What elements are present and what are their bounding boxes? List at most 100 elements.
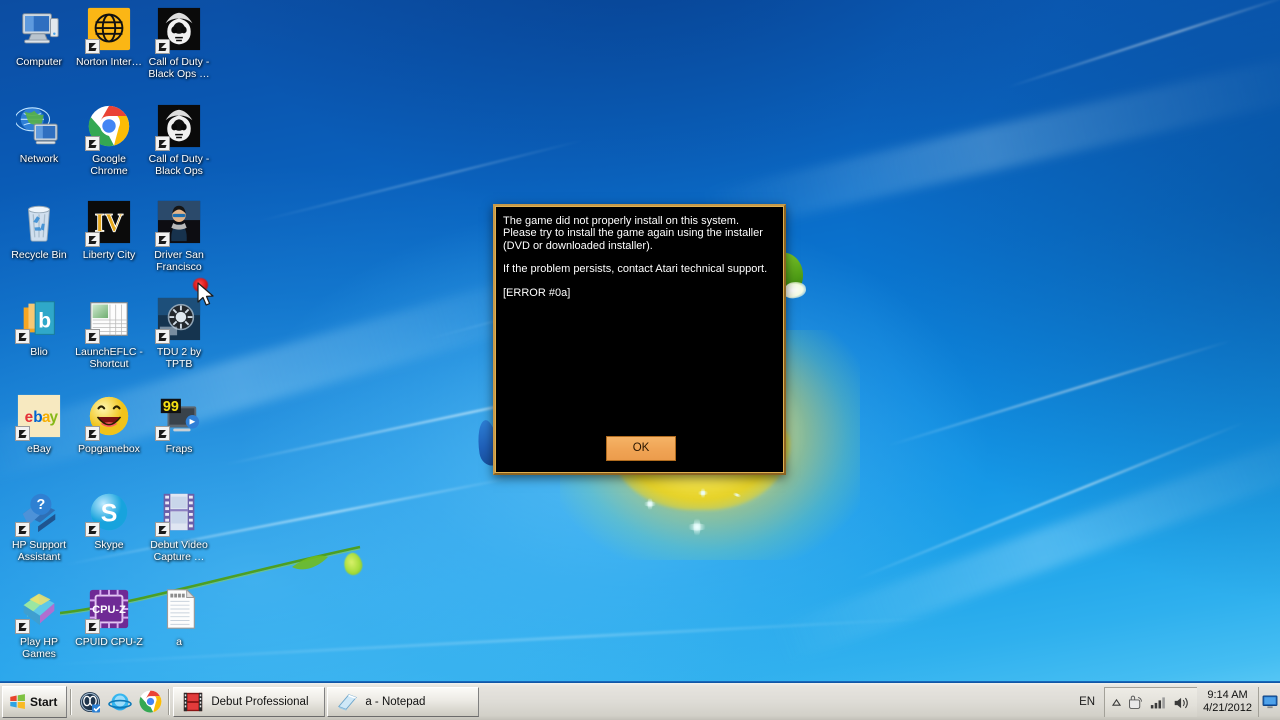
wallpaper-glow-3 xyxy=(771,415,1280,665)
network-icon xyxy=(14,103,63,151)
desktop-icon-debut-video-capture[interactable]: Debut Video Capture … xyxy=(144,489,214,563)
taskbar-task-notepad[interactable]: a - Notepad xyxy=(327,686,480,717)
desktop-icon-liberty-city[interactable]: IV Liberty City xyxy=(74,199,144,261)
norton-internet-icon xyxy=(85,6,133,54)
hp-support-icon: ? xyxy=(15,489,63,537)
wallpaper-sparkle-2 xyxy=(640,494,660,514)
shortcut-arrow-icon xyxy=(85,522,100,537)
start-button[interactable]: Start xyxy=(2,685,68,718)
desktop-icon-label: eBay xyxy=(27,443,51,455)
desktop-icon-label: a xyxy=(176,636,182,648)
svg-text:CPU-Z: CPU-Z xyxy=(92,604,126,616)
desktop-icon-label: TDU 2 by TPTB xyxy=(156,346,202,370)
ebay-icon: e b a y xyxy=(15,393,63,441)
wallpaper-streak-5 xyxy=(1007,0,1280,89)
play-hp-games-icon xyxy=(15,586,63,634)
shortcut-arrow-icon xyxy=(155,522,170,537)
desktop-icon-recycle-bin[interactable]: Recycle Bin xyxy=(4,199,74,261)
desktop-icon-a[interactable]: a xyxy=(144,586,214,648)
ok-button[interactable]: OK xyxy=(606,436,676,461)
taskbar-task-label: Debut Professional xyxy=(211,695,309,708)
tdu2-icon xyxy=(155,296,203,344)
desktop-icon-label: HP Support Assistant xyxy=(11,539,67,563)
desktop-icon-label: Fraps xyxy=(165,443,193,455)
desktop-icon-fraps[interactable]: 99 Fraps xyxy=(144,393,214,455)
wallpaper-sparkle-3 xyxy=(694,484,712,502)
desktop-icon-label: Driver San Francisco xyxy=(154,249,204,273)
shortcut-arrow-icon xyxy=(15,619,30,634)
liberty-city-icon: IV xyxy=(85,199,133,247)
svg-text:e: e xyxy=(25,409,34,426)
desktop-icon-network[interactable]: Network xyxy=(4,103,74,165)
taskbar-task-debut[interactable]: Debut Professional xyxy=(173,686,326,717)
clock[interactable]: 9:14 AM 4/21/2012 xyxy=(1197,689,1258,715)
desktop-icon-label: Debut Video Capture … xyxy=(150,539,208,563)
desktop-icon-skype[interactable]: S Skype xyxy=(74,489,144,551)
desktop-icon-label: Skype xyxy=(94,539,124,551)
shortcut-arrow-icon xyxy=(15,329,30,344)
wallpaper-petal-right xyxy=(782,280,808,300)
desktop-icon-call-of-duty-black-ops[interactable]: Call of Duty - Black Ops xyxy=(144,103,214,177)
network-signal-icon[interactable] xyxy=(1150,695,1167,710)
dialog-line-2: Please try to install the game again usi… xyxy=(503,227,763,252)
desktop-icon-cpuid-cpu-z[interactable]: CPU-Z CPUID CPU-Z xyxy=(74,586,144,648)
desktop-icon-label: Play HP Games xyxy=(20,636,58,660)
volume-icon[interactable] xyxy=(1173,695,1190,711)
desktop-icon-label: Computer xyxy=(15,56,63,68)
debut-video-icon xyxy=(155,489,203,537)
desktop-icon-driver-san-francisco[interactable]: Driver San Francisco xyxy=(144,199,214,273)
dialog-support-line: If the problem persists, contact Atari t… xyxy=(503,263,768,276)
wallpaper-streak-4 xyxy=(887,339,1233,447)
skype-icon: S xyxy=(85,489,133,537)
action-center-icon[interactable] xyxy=(1127,694,1144,711)
svg-text:b: b xyxy=(38,310,51,333)
desktop-icon-label: Popgamebox xyxy=(78,443,140,455)
internet-explorer-icon xyxy=(108,693,133,710)
desktop-icon-label: Google Chrome xyxy=(90,153,128,177)
dialog-body: The game did not properly install on thi… xyxy=(503,215,776,299)
shortcut-arrow-icon xyxy=(85,232,100,247)
call-of-duty-icon xyxy=(155,103,203,151)
recycle-bin-icon xyxy=(15,199,63,247)
desktop-icon-tdu-2-by-tptb[interactable]: TDU 2 by TPTB xyxy=(144,296,214,370)
desktop-icon-popgamebox[interactable]: Popgamebox xyxy=(74,393,144,455)
desktop-icon-computer[interactable]: Computer xyxy=(4,6,74,68)
desktop-icon-label: Network xyxy=(19,153,59,165)
shortcut-arrow-icon xyxy=(155,329,170,344)
shortcut-arrow-icon xyxy=(155,39,170,54)
google-chrome-icon xyxy=(85,103,133,151)
shortcut-arrow-icon xyxy=(85,39,100,54)
call-of-duty-icon xyxy=(155,6,203,54)
desktop-icon-grid: Computer Norton Inter… Call of Duty - Bl… xyxy=(0,0,220,660)
wallpaper-sparkle-1 xyxy=(682,512,712,542)
shortcut-arrow-icon xyxy=(155,136,170,151)
svg-text:S: S xyxy=(101,500,118,528)
desktop-icon-hp-support-assistant[interactable]: ? HP Support Assistant xyxy=(4,489,74,563)
shortcut-arrow-icon xyxy=(155,232,170,247)
svg-text:99: 99 xyxy=(163,399,179,415)
desktop-icon-launcheflc-shortcut[interactable]: LaunchEFLC - Shortcut xyxy=(74,296,144,370)
desktop-icon-call-of-duty-black-ops[interactable]: Call of Duty - Black Ops … xyxy=(144,6,214,80)
desktop-icon-norton-inter[interactable]: Norton Inter… xyxy=(74,6,144,68)
desktop-icon-play-hp-games[interactable]: Play HP Games xyxy=(4,586,74,660)
chevron-up-icon[interactable] xyxy=(1112,698,1122,707)
desktop-icon-google-chrome[interactable]: Google Chrome xyxy=(74,103,144,177)
desktop-icon-label: Recycle Bin xyxy=(11,249,67,261)
debut-video-icon xyxy=(184,692,203,711)
start-button-label: Start xyxy=(30,694,58,709)
quicklaunch-internet-explorer[interactable] xyxy=(105,686,135,718)
desktop-icon-blio[interactable]: b Blio xyxy=(4,296,74,358)
wallpaper-glow-2 xyxy=(703,48,1280,236)
language-indicator[interactable]: EN xyxy=(1070,696,1104,708)
desktop-icon-ebay[interactable]: e b a y eBay xyxy=(4,393,74,455)
shortcut-arrow-icon xyxy=(85,136,100,151)
game-install-error-dialog[interactable]: The game did not properly install on thi… xyxy=(493,204,786,475)
quicklaunch-google-chrome[interactable] xyxy=(135,686,165,718)
show-desktop-button[interactable] xyxy=(1258,687,1280,717)
desktop-screen: Computer Norton Inter… Call of Duty - Bl… xyxy=(0,0,1280,720)
dialog-line-1: The game did not properly install on thi… xyxy=(503,215,740,227)
quicklaunch-hp-support[interactable] xyxy=(75,686,105,718)
wallpaper-leaf-bud xyxy=(341,550,365,578)
desktop-icon-label: Liberty City xyxy=(82,249,136,261)
clock-date: 4/21/2012 xyxy=(1203,702,1252,714)
